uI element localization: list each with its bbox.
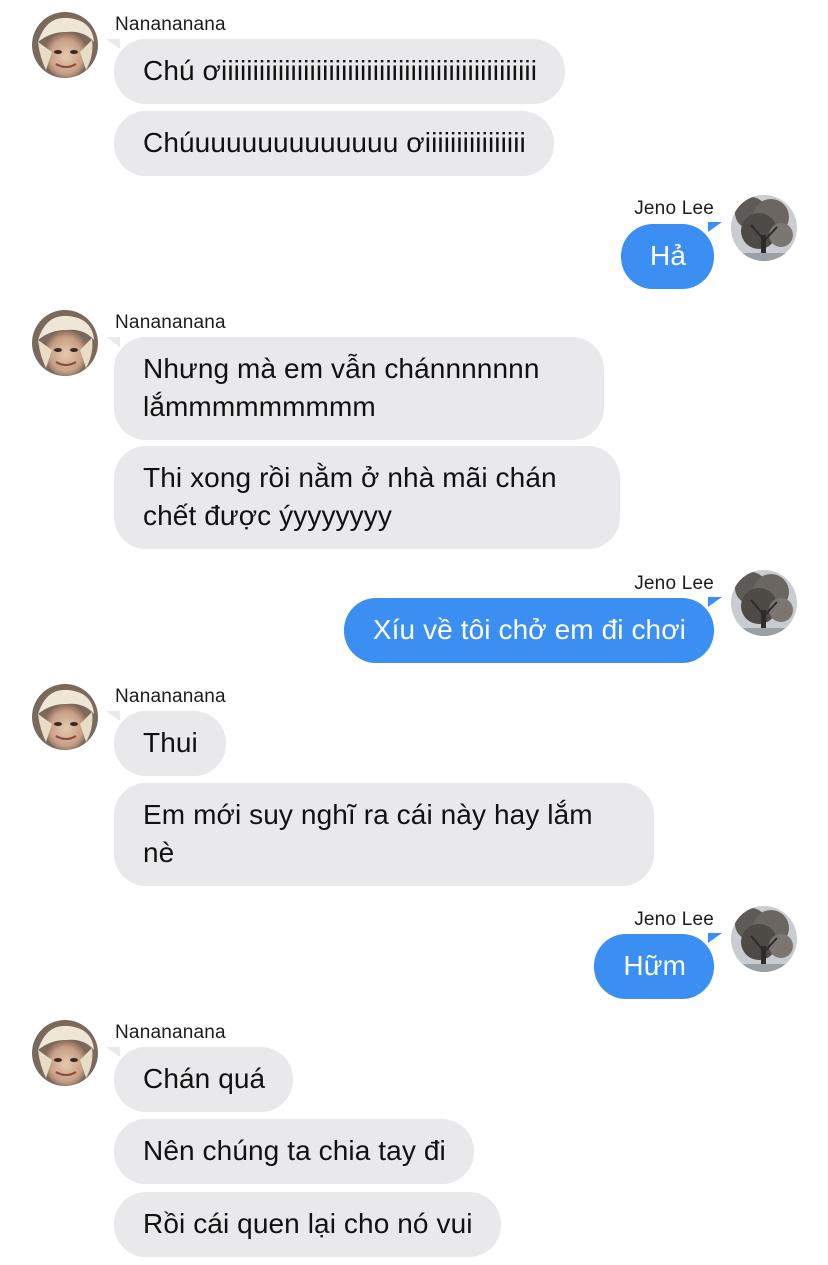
bubble-tail — [708, 222, 722, 232]
sender-name: Nanananana — [115, 312, 226, 333]
chat-thread: Nanananana Chú ơiiiiiiiiiiiiiiiiiiiiiiii… — [0, 0, 828, 1265]
bubble-tail — [106, 711, 120, 721]
sender-name: Nanananana — [115, 686, 226, 707]
message-bubble-incoming[interactable]: Chú ơiiiiiiiiiiiiiiiiiiiiiiiiiiiiiiiiiii… — [114, 39, 566, 104]
message-bubble-incoming[interactable]: Rồi cái quen lại cho nó vui — [114, 1192, 501, 1257]
message-bubble-incoming[interactable]: Chúuuuuuuuuuuuuu ơiiiiiiiiiiiiiiii — [114, 111, 554, 176]
bubble-tail — [708, 597, 722, 607]
message-bubble-incoming[interactable]: Thi xong rồi nằm ở nhà mãi chán chết đượ… — [114, 446, 620, 549]
sender-name: Jeno Lee — [634, 909, 714, 930]
message-bubble-incoming[interactable]: Thui — [114, 711, 226, 776]
avatar-tree-icon[interactable] — [731, 195, 797, 261]
message-bubble-outgoing[interactable]: Hả — [621, 224, 714, 289]
sender-name: Jeno Lee — [634, 573, 714, 594]
avatar-photo-icon[interactable] — [32, 310, 98, 376]
avatar-photo-icon[interactable] — [32, 12, 98, 78]
message-bubble-incoming[interactable]: Em mới suy nghĩ ra cái này hay lắm nè — [114, 783, 654, 886]
bubble-tail — [708, 933, 722, 943]
bubble-tail — [106, 39, 120, 49]
sender-name: Nanananana — [115, 14, 226, 35]
message-bubble-outgoing[interactable]: Hữm — [594, 934, 714, 999]
message-bubble-incoming[interactable]: Nên chúng ta chia tay đi — [114, 1119, 474, 1184]
bubble-tail — [106, 337, 120, 347]
message-bubble-incoming[interactable]: Chán quá — [114, 1047, 294, 1112]
avatar-tree-icon[interactable] — [731, 906, 797, 972]
avatar-photo-icon[interactable] — [32, 1020, 98, 1086]
message-bubble-incoming[interactable]: Nhưng mà em vẫn chánnnnnnn lắmmmmmmmmm — [114, 337, 604, 440]
message-bubble-outgoing[interactable]: Xíu về tôi chở em đi chơi — [343, 598, 714, 663]
avatar-photo-icon[interactable] — [32, 684, 98, 750]
bubble-tail — [106, 1047, 120, 1057]
sender-name: Jeno Lee — [634, 198, 714, 219]
avatar-tree-icon[interactable] — [731, 570, 797, 636]
sender-name: Nanananana — [115, 1022, 226, 1043]
